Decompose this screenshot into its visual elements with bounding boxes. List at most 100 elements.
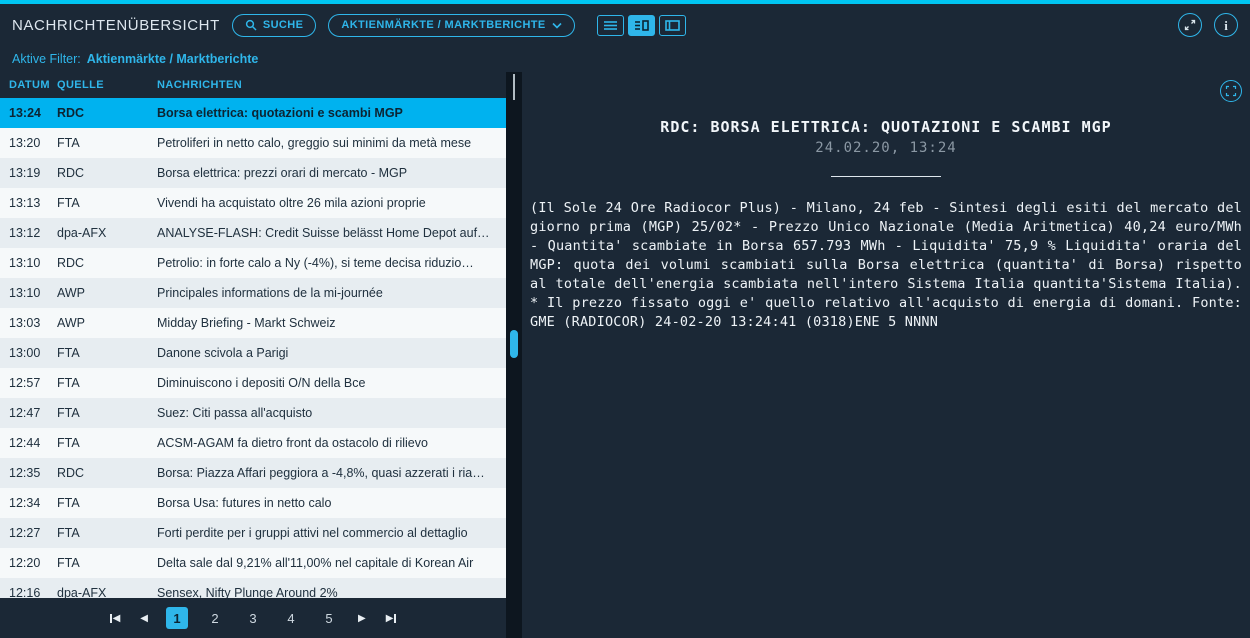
row-headline: Vivendi ha acquistato oltre 26 mila azio… <box>157 196 506 210</box>
row-headline: Principales informations de la mi-journé… <box>157 286 506 300</box>
row-time: 12:34 <box>0 496 57 510</box>
table-row[interactable]: 12:20FTADelta sale dal 9,21% all'11,00% … <box>0 548 506 578</box>
row-headline: Petrolio: in forte calo a Ny (-4%), si t… <box>157 256 506 270</box>
row-headline: Suez: Citi passa all'acquisto <box>157 406 506 420</box>
col-quelle: QUELLE <box>57 79 157 91</box>
row-headline: Diminuiscono i depositi O/N della Bce <box>157 376 506 390</box>
row-time: 13:03 <box>0 316 57 330</box>
info-button[interactable]: i <box>1214 13 1238 37</box>
row-time: 12:20 <box>0 556 57 570</box>
view-split-button[interactable] <box>628 15 655 36</box>
search-icon <box>245 19 257 31</box>
table-row[interactable]: 12:34FTABorsa Usa: futures in netto calo <box>0 488 506 518</box>
article-title: RDC: BORSA ELETTRICA: QUOTAZIONI E SCAMB… <box>530 118 1242 136</box>
row-headline: ANALYSE-FLASH: Credit Suisse belässt Hom… <box>157 226 506 240</box>
table-header: DATUM QUELLE NACHRICHTEN <box>0 72 506 98</box>
row-time: 12:57 <box>0 376 57 390</box>
row-time: 13:10 <box>0 286 57 300</box>
row-headline: Borsa Usa: futures in netto calo <box>157 496 506 510</box>
row-source: FTA <box>57 496 157 510</box>
row-time: 13:24 <box>0 106 57 120</box>
scrollbar-thumb[interactable] <box>510 330 518 358</box>
view-single-button[interactable] <box>659 15 686 36</box>
table-row[interactable]: 12:47FTASuez: Citi passa all'acquisto <box>0 398 506 428</box>
active-filter-label: Aktive Filter: <box>12 52 81 66</box>
pagination: ◀ ◀ 12345 ▶ ▶ <box>0 598 506 638</box>
skip-bar <box>394 614 396 623</box>
row-time: 13:19 <box>0 166 57 180</box>
search-button[interactable]: SUCHE <box>232 14 317 37</box>
app-window: NACHRICHTENÜBERSICHT SUCHE AKTIENMÄRKTE … <box>0 0 1250 638</box>
last-page-button[interactable]: ▶ <box>384 611 399 626</box>
row-time: 12:16 <box>0 586 57 598</box>
next-page-button[interactable]: ▶ <box>356 611 368 626</box>
row-source: AWP <box>57 286 157 300</box>
page-button-4[interactable]: 4 <box>280 607 302 629</box>
row-source: FTA <box>57 136 157 150</box>
row-headline: ACSM-AGAM fa dietro front da ostacolo di… <box>157 436 506 450</box>
table-row[interactable]: 13:13FTAVivendi ha acquistato oltre 26 m… <box>0 188 506 218</box>
row-source: FTA <box>57 406 157 420</box>
row-headline: Borsa elettrica: prezzi orari di mercato… <box>157 166 506 180</box>
table-row[interactable]: 13:10RDCPetrolio: in forte calo a Ny (-4… <box>0 248 506 278</box>
table-row[interactable]: 12:35RDCBorsa: Piazza Affari peggiora a … <box>0 458 506 488</box>
info-icon: i <box>1224 19 1228 32</box>
diagonal-arrows-icon <box>1184 19 1196 31</box>
first-page-button[interactable]: ◀ <box>108 611 123 626</box>
table-row[interactable]: 13:12dpa-AFXANALYSE-FLASH: Credit Suisse… <box>0 218 506 248</box>
row-time: 12:47 <box>0 406 57 420</box>
table-row[interactable]: 12:27FTAForti perdite per i gruppi attiv… <box>0 518 506 548</box>
news-table-body: 13:24 RDC Borsa elettrica: quotazioni e sc… <box>0 98 506 598</box>
col-datum: DATUM <box>0 79 57 91</box>
table-row[interactable]: 12:57FTADiminuiscono i depositi O/N dell… <box>0 368 506 398</box>
table-row[interactable]: 13:00FTADanone scivola a Parigi <box>0 338 506 368</box>
panel-divider <box>506 72 522 638</box>
active-filter-line: Aktive Filter: Aktienmärkte / Marktberic… <box>0 46 1250 72</box>
scrollbar-track <box>513 74 515 100</box>
row-time: 13:12 <box>0 226 57 240</box>
row-source: FTA <box>57 196 157 210</box>
row-headline: Petroliferi in netto calo, greggio sui m… <box>157 136 506 150</box>
table-row[interactable]: 13:03AWPMidday Briefing - Markt Schweiz <box>0 308 506 338</box>
category-dropdown[interactable]: AKTIENMÄRKTE / MARKTBERICHTE <box>328 14 574 37</box>
table-row[interactable]: 12:44FTAACSM-AGAM fa dietro front da ost… <box>0 428 506 458</box>
maximize-button[interactable] <box>1220 80 1242 102</box>
view-list-button[interactable] <box>597 15 624 36</box>
table-row[interactable]: 13:20FTAPetroliferi in netto calo, gregg… <box>0 128 506 158</box>
row-time: 12:44 <box>0 436 57 450</box>
row-source: FTA <box>57 556 157 570</box>
row-source: FTA <box>57 526 157 540</box>
maximize-icon <box>1225 85 1237 97</box>
table-row[interactable]: 13:19RDCBorsa elettrica: prezzi orari di… <box>0 158 506 188</box>
active-filter-value: Aktienmärkte / Marktberichte <box>87 52 259 66</box>
article-panel: RDC: BORSA ELETTRICA: QUOTAZIONI E SCAMB… <box>522 72 1250 638</box>
view-toggle-group <box>597 15 686 36</box>
table-row[interactable]: 12:16dpa-AFXSensex, Nifty Plunge Around … <box>0 578 506 598</box>
page-button-5[interactable]: 5 <box>318 607 340 629</box>
page-button-2[interactable]: 2 <box>204 607 226 629</box>
row-source: RDC <box>57 256 157 270</box>
row-source: FTA <box>57 346 157 360</box>
table-row[interactable]: 13:24RDCBorsa elettrica: quotazioni e sc… <box>0 98 506 128</box>
split-view-icon <box>634 20 649 31</box>
row-time: 13:13 <box>0 196 57 210</box>
row-headline: Delta sale dal 9,21% all'11,00% nel capi… <box>157 556 506 570</box>
open-window-button[interactable] <box>1178 13 1202 37</box>
row-headline: Danone scivola a Parigi <box>157 346 506 360</box>
prev-page-button[interactable]: ◀ <box>138 611 150 626</box>
row-source: dpa-AFX <box>57 226 157 240</box>
col-nachrichten: NACHRICHTEN <box>157 79 506 91</box>
chevron-down-icon <box>552 22 562 29</box>
row-headline: Borsa elettrica: quotazioni e scambi MGP <box>157 106 506 120</box>
article-separator <box>831 176 941 177</box>
page-button-3[interactable]: 3 <box>242 607 264 629</box>
table-row[interactable]: 13:10AWPPrincipales informations de la m… <box>0 278 506 308</box>
row-time: 12:27 <box>0 526 57 540</box>
row-source: AWP <box>57 316 157 330</box>
row-time: 12:35 <box>0 466 57 480</box>
page-button-1[interactable]: 1 <box>166 607 188 629</box>
page-title: NACHRICHTENÜBERSICHT <box>12 17 220 34</box>
row-headline: Sensex, Nifty Plunge Around 2% <box>157 586 506 598</box>
row-time: 13:20 <box>0 136 57 150</box>
article-date: 24.02.20, 13:24 <box>530 140 1242 156</box>
